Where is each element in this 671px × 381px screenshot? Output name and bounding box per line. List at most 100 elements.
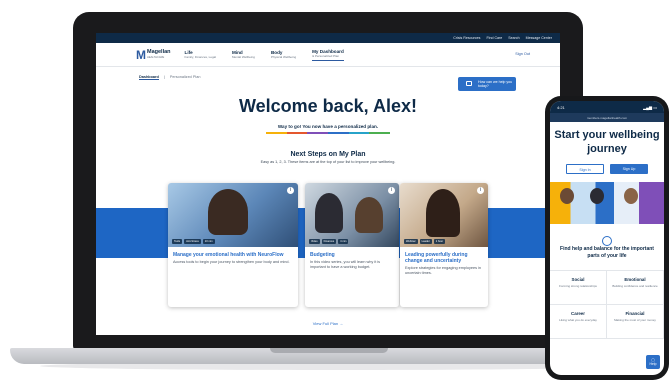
- laptop-notch: [270, 348, 388, 353]
- plan-card-leading[interactable]: i Webinar Leader 1 hour Leading powerful…: [400, 183, 488, 307]
- card-tag: Video: [309, 239, 320, 244]
- card-description: Explore strategies for engaging employee…: [405, 266, 481, 275]
- card-description: Access tools to begin your journey to st…: [173, 260, 290, 264]
- card-description: In this video series, you will learn why…: [310, 260, 381, 269]
- logo-mark-icon: M: [136, 47, 146, 62]
- phone-help-button[interactable]: ▢ Help: [646, 355, 660, 369]
- card-title[interactable]: Manage your emotional health with NeuroF…: [173, 252, 293, 258]
- card-tags: Video Finances 4 min: [309, 239, 349, 244]
- utility-bar: Crisis Resources Find Care Search Messag…: [96, 33, 560, 43]
- card-image: i Tools Anti-Stress 10 min: [168, 183, 298, 247]
- rainbow-segment: [369, 132, 391, 134]
- nav-item-sub: & Personalized Plan: [312, 53, 340, 58]
- bookmark-icon[interactable]: i: [388, 187, 395, 194]
- phone-url: members.magellanhealth.com: [586, 115, 628, 120]
- nav-item-life[interactable]: Life Family, Finances, Legal: [185, 50, 216, 60]
- device-mockup-scene: Crisis Resources Find Care Search Messag…: [0, 0, 671, 381]
- compass-icon: [602, 236, 612, 246]
- category-title: Emotional: [624, 277, 646, 282]
- category-financial[interactable]: Financial Making the most of your money: [607, 305, 664, 339]
- next-steps-subtitle: Easy as 1, 2, 3. These items are at the …: [260, 160, 396, 164]
- card-tag: Leader: [419, 239, 432, 244]
- rainbow-segment: [348, 132, 370, 134]
- category-desc: Liking what you do everyday: [559, 318, 597, 322]
- card-tag: Finances: [321, 239, 337, 244]
- card-tags: Tools Anti-Stress 10 min: [172, 239, 215, 244]
- sign-out-link[interactable]: Sign Out: [515, 52, 530, 56]
- person-image: [208, 189, 248, 235]
- category-title: Financial: [625, 311, 645, 316]
- rainbow-divider: [266, 132, 391, 134]
- card-image: i Video Finances 4 min: [305, 183, 399, 247]
- main-nav: M Magellan HEALTHCARE Life Family, Finance…: [96, 43, 560, 67]
- sign-in-button[interactable]: Sign In: [566, 164, 604, 174]
- person-image: [426, 189, 460, 237]
- rainbow-segment: [286, 132, 308, 134]
- card-title[interactable]: Leading powerfully during change and unc…: [405, 252, 483, 264]
- nav-item-title: My Dashboard: [312, 48, 344, 54]
- phone-url-bar[interactable]: members.magellanhealth.com: [550, 113, 664, 122]
- breadcrumb-personalized-plan[interactable]: Personalized Plan: [170, 75, 201, 80]
- search-link[interactable]: Search: [508, 36, 519, 40]
- rainbow-segment: [328, 132, 349, 134]
- phone-photo-collage: [550, 182, 664, 224]
- card-tag: Webinar: [404, 239, 418, 244]
- logo-sub: HEALTHCARE: [147, 55, 165, 59]
- card-title[interactable]: Budgeting: [310, 252, 394, 258]
- category-desc: Making the most of your money: [614, 318, 656, 322]
- find-care-link[interactable]: Find Care: [486, 36, 502, 40]
- phone-find-help: Find help and balance for the important …: [560, 246, 654, 259]
- chat-icon: [466, 81, 472, 86]
- bookmark-icon[interactable]: i: [287, 187, 294, 194]
- phone-status-bar: 4:21 ▂▄▆ ▭: [550, 101, 664, 113]
- person-image: [560, 188, 574, 204]
- person-image: [315, 193, 343, 233]
- next-steps-title: Next Steps on My Plan: [290, 151, 366, 158]
- magellan-logo[interactable]: M Magellan HEALTHCARE: [136, 48, 171, 62]
- nav-item-body[interactable]: Body Physical Wellbeing: [271, 50, 296, 60]
- nav-item-mind[interactable]: Mind Mental Wellbeing: [232, 50, 255, 60]
- category-social[interactable]: Social Forming strong relationships: [550, 271, 607, 305]
- nav-item-my-dashboard[interactable]: My Dashboard & Personalized Plan: [312, 49, 344, 61]
- breadcrumb-dashboard[interactable]: Dashboard: [139, 75, 159, 80]
- nav-item-sub: Mental Wellbeing: [232, 54, 255, 59]
- card-tag: 1 hour: [433, 239, 446, 244]
- phone-time: 4:21: [557, 104, 565, 110]
- phone-screen: 4:21 ▂▄▆ ▭ members.magellanhealth.com St…: [550, 101, 664, 375]
- view-full-plan-link[interactable]: View Full Plan →: [96, 321, 560, 326]
- category-career[interactable]: Career Liking what you do everyday: [550, 305, 607, 339]
- phone-auth-buttons: Sign In Sign Up: [550, 164, 664, 174]
- crisis-resources-link[interactable]: Crisis Resources: [453, 36, 480, 40]
- help-button[interactable]: How can we help you today?: [458, 77, 516, 91]
- card-image: i Webinar Leader 1 hour: [400, 183, 488, 247]
- phone-title: Start your wellbeing journey: [554, 129, 660, 155]
- message-center-link[interactable]: Message Center: [526, 36, 552, 40]
- category-title: Career: [571, 311, 585, 316]
- person-image: [624, 188, 638, 204]
- breadcrumb: Dashboard | Personalized Plan: [139, 75, 200, 80]
- card-tag: 10 min: [202, 239, 215, 244]
- category-desc: Forming strong relationships: [559, 284, 597, 288]
- phone-frame: 4:21 ▂▄▆ ▭ members.magellanhealth.com St…: [545, 96, 669, 380]
- logo-name: Magellan: [147, 48, 171, 55]
- welcome-subheading: Way to go! You now have a personalized p…: [277, 124, 379, 129]
- category-emotional[interactable]: Emotional Building confidence and resilie…: [607, 271, 664, 305]
- plan-card-budgeting[interactable]: i Video Finances 4 min Budgeting In this…: [305, 183, 399, 307]
- person-image: [590, 188, 604, 204]
- signal-battery-icon: ▂▄▆ ▭: [643, 104, 657, 110]
- category-desc: Building confidence and resilience: [612, 284, 658, 288]
- rainbow-segment: [266, 132, 287, 134]
- nav-item-sub: Physical Wellbeing: [270, 54, 297, 59]
- card-tag: Tools: [172, 239, 183, 244]
- bookmark-icon[interactable]: i: [477, 187, 484, 194]
- card-tag: Anti-Stress: [184, 239, 201, 244]
- breadcrumb-separator-icon: |: [163, 75, 165, 79]
- card-tag: 4 min: [338, 239, 349, 244]
- card-tags: Webinar Leader 1 hour: [404, 239, 446, 244]
- sign-up-button[interactable]: Sign Up: [610, 164, 648, 174]
- laptop-screen: Crisis Resources Find Care Search Messag…: [96, 33, 560, 335]
- rainbow-segment: [307, 132, 329, 134]
- plan-card-neuroflow[interactable]: i Tools Anti-Stress 10 min Manage your e…: [168, 183, 298, 307]
- phone-help-label: Help: [649, 362, 657, 366]
- help-button-label: How can we help you today?: [478, 80, 513, 88]
